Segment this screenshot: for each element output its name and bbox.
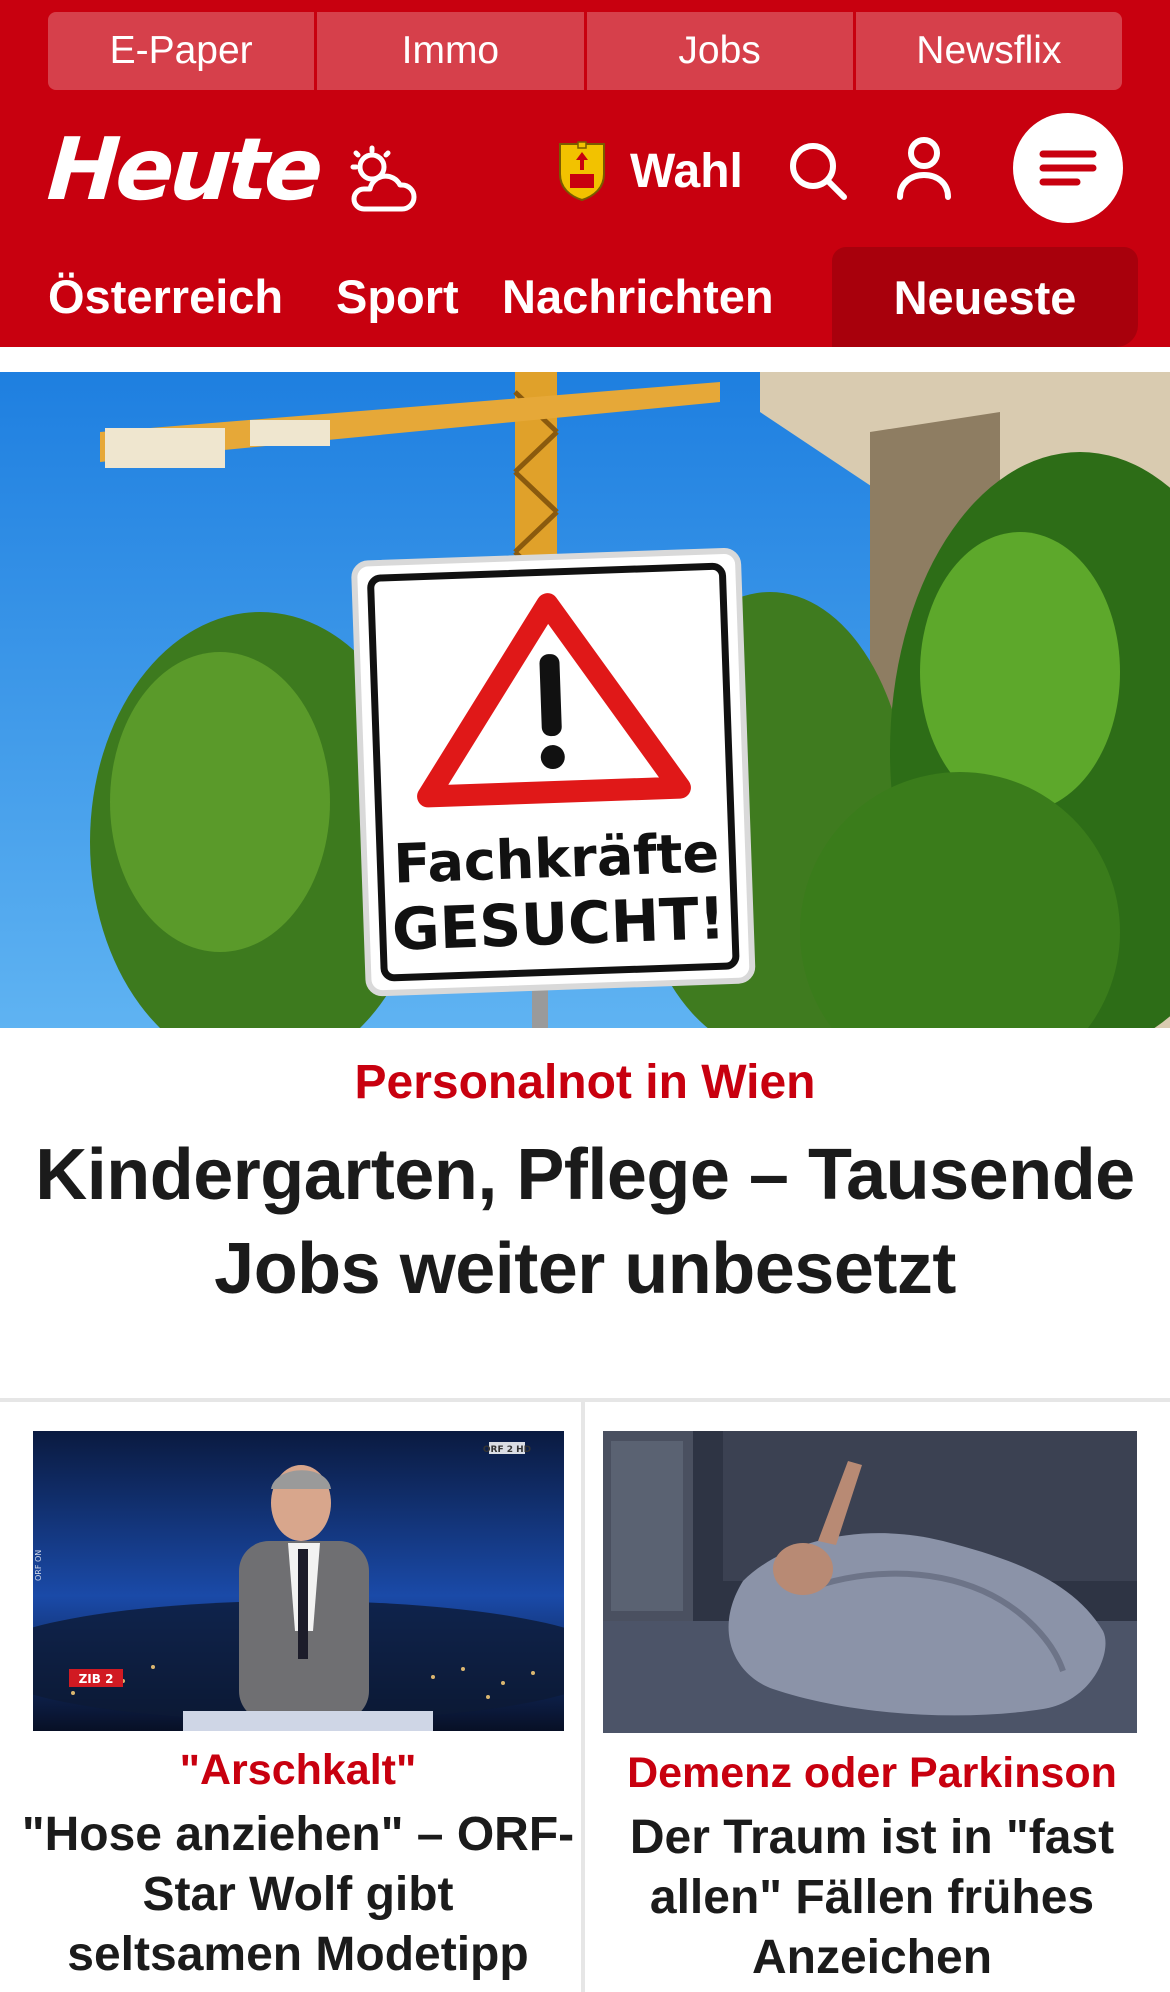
quick-link-immo[interactable]: Immo <box>317 12 587 90</box>
search-icon[interactable] <box>786 139 850 203</box>
weather-cloud-sun-icon[interactable] <box>342 143 422 223</box>
teaser-title-orf: "Hose anziehen" – ORF-Star Wolf gibt sel… <box>21 1808 575 1981</box>
quick-links-bar: E-Paper Immo Jobs Newsflix <box>48 12 1122 90</box>
election-label: Wahl <box>630 144 743 198</box>
sign-text-line2: GESUCHT! <box>391 884 726 964</box>
section-divider <box>0 1398 1170 1402</box>
heute-logo[interactable]: Heute <box>45 120 323 220</box>
nav-item-sport[interactable]: Sport <box>336 269 459 324</box>
quick-link-newsflix[interactable]: Newsflix <box>855 12 1122 90</box>
brand-row: Heute Wahl <box>0 105 1170 235</box>
site-header: E-Paper Immo Jobs Newsflix Heute Wahl Ös… <box>0 0 1170 347</box>
show-badge: ZIB 2 <box>79 1672 114 1686</box>
teaser-kicker-dementia: Demenz oder Parkinson <box>627 1749 1117 1797</box>
quick-link-jobs[interactable]: Jobs <box>586 12 856 90</box>
quick-link-epaper[interactable]: E-Paper <box>48 12 318 90</box>
nav-item-neueste[interactable]: Neueste <box>832 247 1138 347</box>
election-link[interactable]: Wahl <box>556 133 743 209</box>
user-icon[interactable] <box>894 135 954 201</box>
lead-story-title: Kindergarten, Pflege – Tausende Jobs wei… <box>35 1135 1135 1309</box>
lead-story-kicker: Personalnot in Wien <box>354 1056 816 1109</box>
teaser-title-dementia: Der Traum ist in "fast allen" Fällen frü… <box>629 1811 1115 1984</box>
teaser-image-sleep <box>603 1431 1137 1733</box>
menu-button[interactable] <box>1013 113 1123 223</box>
coat-of-arms-icon <box>559 141 605 202</box>
teaser-kicker-orf: "Arschkalt" <box>179 1746 417 1794</box>
teaser-image-orf: ORF 2 HD ZIB 2 ORF ON <box>33 1431 564 1731</box>
lead-story-image: Fachkräfte GESUCHT! <box>0 372 1170 1028</box>
side-text: ORF ON <box>34 1550 43 1581</box>
channel-badge: ORF 2 HD <box>483 1445 531 1455</box>
nav-item-nachrichten[interactable]: Nachrichten <box>502 269 774 324</box>
menu-icon <box>1039 150 1097 186</box>
nav-item-oesterreich[interactable]: Österreich <box>48 269 283 324</box>
sign-text-line1: Fachkräfte <box>393 821 721 895</box>
main-navigation: Österreich Sport Nachrichten Neueste <box>0 245 1170 347</box>
column-divider <box>581 1400 585 1992</box>
